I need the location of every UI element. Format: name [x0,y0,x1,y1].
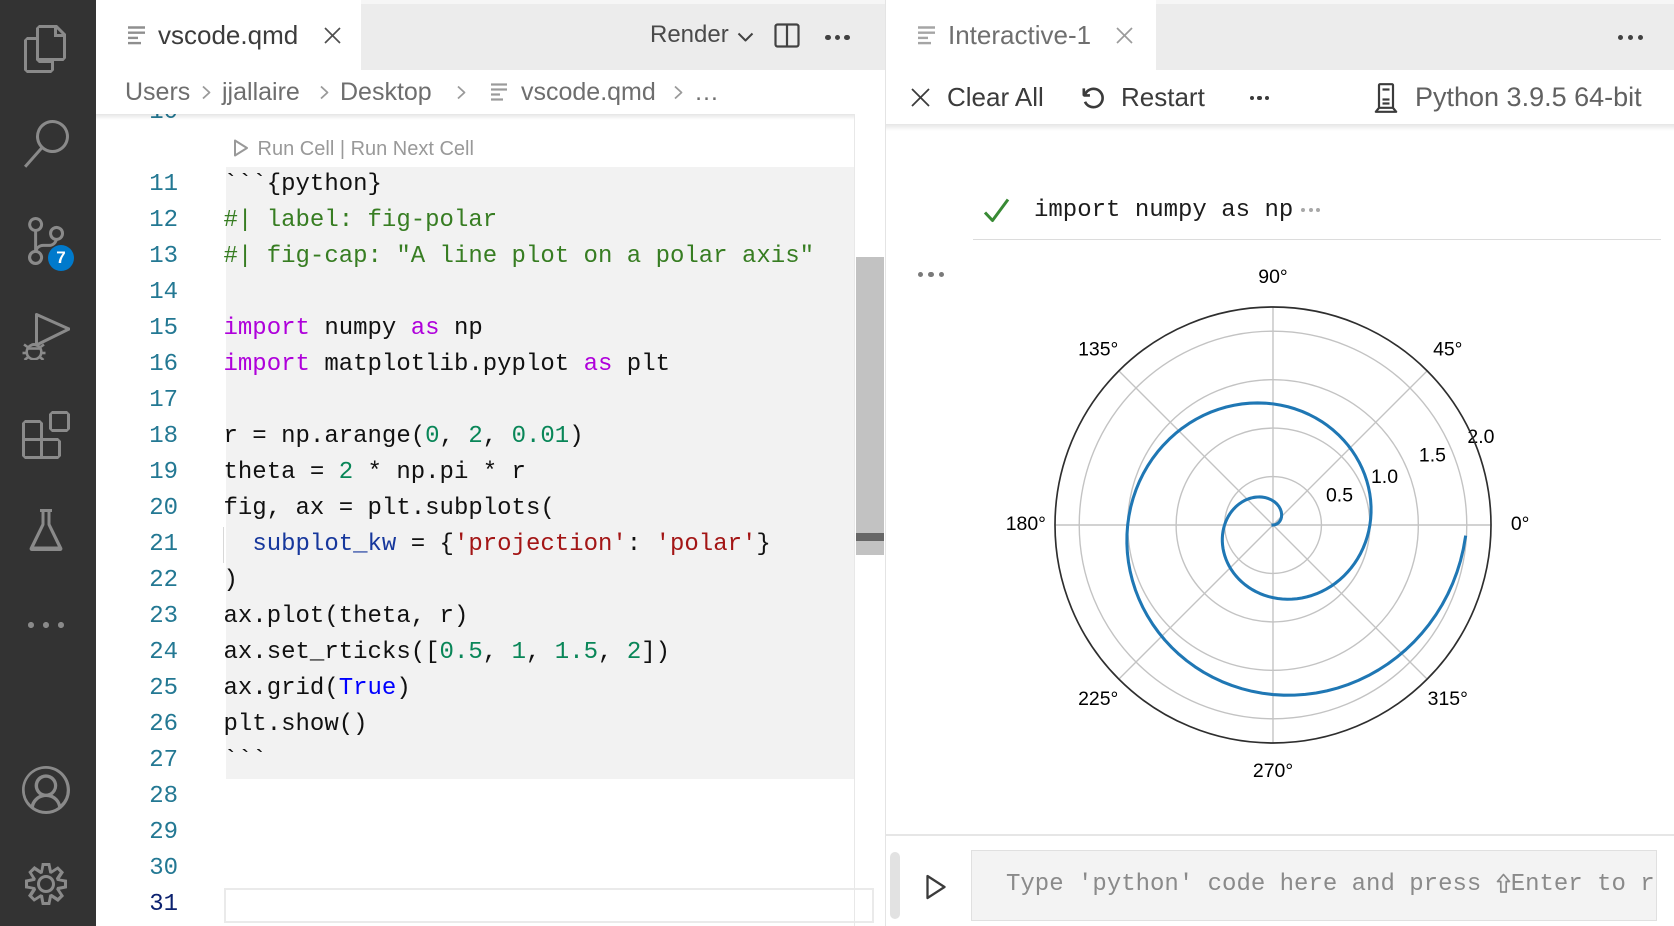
svg-text:0.5: 0.5 [1326,484,1353,506]
svg-text:135°: 135° [1078,338,1118,360]
svg-text:2.0: 2.0 [1467,425,1494,447]
svg-text:315°: 315° [1427,687,1467,709]
svg-text:180°: 180° [1005,513,1045,535]
svg-text:0°: 0° [1510,513,1529,535]
svg-text:270°: 270° [1252,760,1292,782]
svg-text:1.0: 1.0 [1371,465,1398,487]
svg-text:45°: 45° [1433,338,1462,360]
svg-text:1.5: 1.5 [1418,444,1445,466]
svg-text:225°: 225° [1078,687,1118,709]
svg-text:90°: 90° [1258,265,1287,287]
